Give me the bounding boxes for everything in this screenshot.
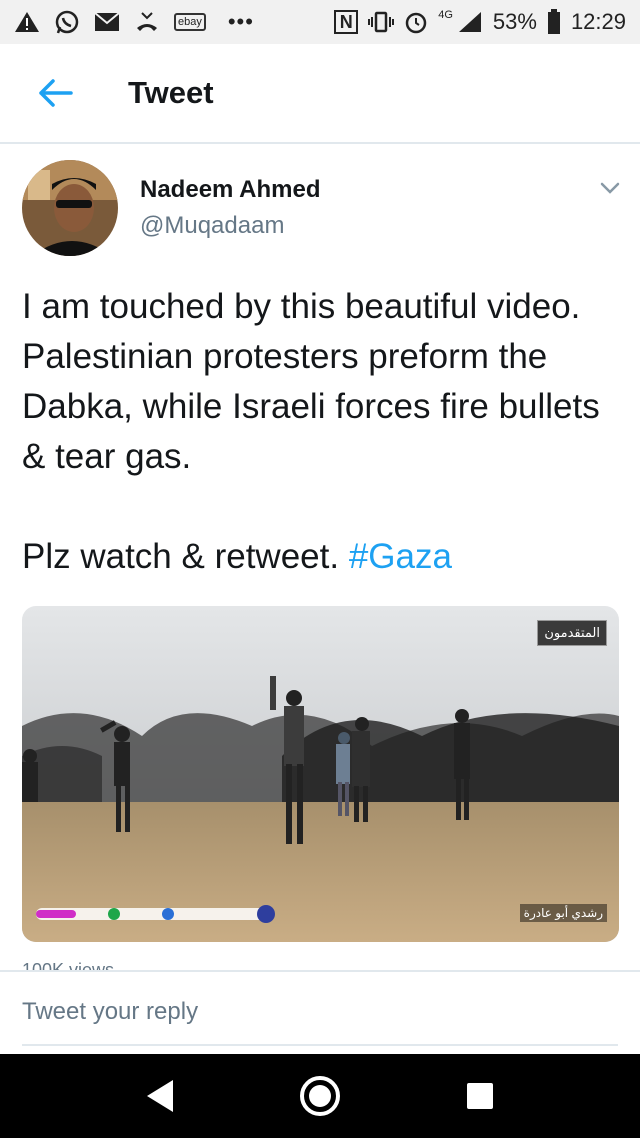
reply-input[interactable]: Tweet your reply (22, 998, 198, 1026)
avatar[interactable] (22, 160, 118, 256)
battery-icon (547, 9, 561, 35)
alert-icon (14, 10, 40, 34)
tweet-paragraph: Plz watch & retweet. #Gaza (22, 532, 622, 582)
mail-icon (94, 12, 120, 32)
video-player[interactable]: المتقدمون رشدي أبو عادرة (22, 606, 619, 942)
tweet-paragraph: I am touched by this beautiful video. Pa… (22, 287, 600, 476)
tweet-author: Nadeem Ahmed @Muqadaam (0, 146, 640, 258)
home-circle-icon (300, 1076, 340, 1116)
clock: 12:29 (570, 9, 626, 34)
tweet-options-button[interactable] (596, 174, 624, 202)
tweet-text: I am touched by this beautiful video. Pa… (22, 282, 622, 582)
alarm-icon (404, 10, 428, 34)
channel-logo: المتقدمون (537, 620, 607, 646)
top-app-bar: Tweet (0, 44, 640, 144)
tweet-text-prefix: Plz watch & retweet. (22, 537, 340, 576)
more-notifications-icon: ••• (227, 9, 254, 34)
system-home-button[interactable] (290, 1066, 350, 1126)
network-type: 4G (438, 9, 453, 21)
author-handle[interactable]: @Muqadaam (140, 212, 284, 240)
chevron-down-icon (600, 182, 620, 194)
back-triangle-icon (147, 1080, 173, 1112)
system-navigation-bar (0, 1054, 640, 1138)
whatsapp-icon (54, 9, 80, 35)
back-button[interactable] (20, 58, 90, 128)
video-frame (22, 606, 619, 942)
page-title: Tweet (128, 75, 214, 110)
nfc-icon: N (334, 10, 359, 34)
view-count: 100K views (22, 960, 115, 970)
divider (22, 1044, 618, 1046)
hashtag-link[interactable]: #Gaza (349, 537, 452, 576)
missed-call-icon (134, 10, 160, 34)
vibrate-icon (368, 10, 395, 34)
video-caption: رشدي أبو عادرة (519, 904, 607, 922)
ebay-icon: ebay (174, 13, 206, 31)
back-arrow-icon (39, 79, 73, 107)
system-recents-button[interactable] (450, 1066, 510, 1126)
tweet-detail: Nadeem Ahmed @Muqadaam I am touched by t… (0, 146, 640, 970)
battery-percent: 53% (492, 9, 537, 34)
recents-square-icon (467, 1083, 493, 1109)
signal-icon (457, 10, 483, 34)
status-bar: ebay ••• N 4G 53% 12:29 (0, 0, 640, 44)
author-name[interactable]: Nadeem Ahmed (140, 176, 321, 204)
reply-bar: Tweet your reply (0, 970, 640, 1054)
system-back-button[interactable] (130, 1066, 190, 1126)
